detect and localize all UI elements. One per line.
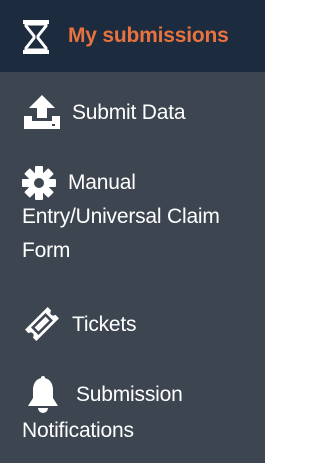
hourglass-icon <box>22 19 50 60</box>
nav-item-label-line-3: Form <box>22 239 71 262</box>
sidebar-nav: My submissions Submit Data Manual Entry/… <box>0 0 265 463</box>
nav-item-label-line-2: Notifications <box>22 419 134 442</box>
nav-item-label-line-1: Manual <box>68 171 136 194</box>
nav-item-my-submissions[interactable]: My submissions <box>0 0 265 72</box>
nav-item-submission-notifications[interactable]: Submission Notifications <box>0 376 265 452</box>
nav-item-manual-entry[interactable]: Manual Entry/Universal Claim Form <box>0 164 265 274</box>
nav-item-submit-data[interactable]: Submit Data <box>0 90 265 140</box>
upload-icon <box>22 94 62 135</box>
nav-item-label: Tickets <box>72 313 137 336</box>
nav-item-label-line-1: Submission <box>76 383 183 406</box>
nav-item-label: Submit Data <box>72 101 186 124</box>
nav-item-label: My submissions <box>68 24 229 47</box>
nav-item-tickets[interactable]: Tickets <box>0 304 265 346</box>
ticket-icon <box>22 306 62 347</box>
nav-item-label-line-2: Entry/Universal Claim <box>22 205 220 228</box>
